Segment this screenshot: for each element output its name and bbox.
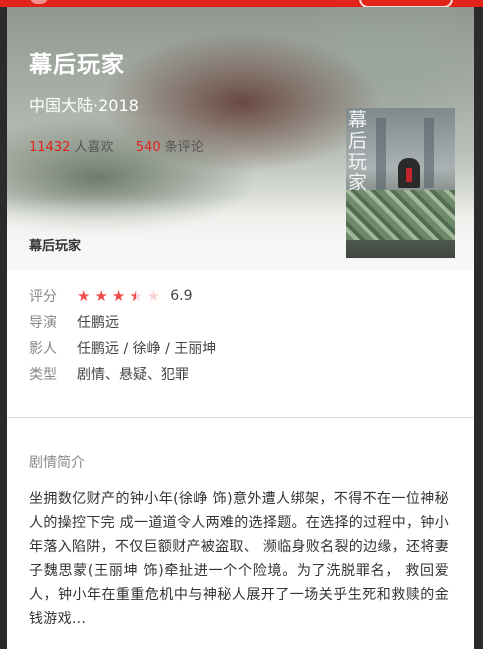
rating-label: 评分	[29, 289, 57, 305]
cast-value[interactable]: 任鹏远 / 徐峥 / 王丽坤	[77, 338, 216, 358]
cast-label: 影人	[29, 341, 57, 357]
rating-row: 评分 ★ ★ ★ ★ ★ 6.9	[29, 283, 216, 309]
hero-subtitle: 幕后玩家	[29, 239, 82, 254]
genre-label: 类型	[29, 367, 57, 383]
top-app-bar	[0, 0, 483, 8]
rating-value: 6.9	[170, 288, 193, 304]
hero-banner: 幕后玩家 中国大陆·2018 11432 人喜欢 540 条评论 幕后玩家 幕后…	[7, 7, 474, 270]
star-icon: ★	[146, 287, 161, 305]
movie-info: 评分 ★ ★ ★ ★ ★ 6.9 导演 任鹏远 影人 任鹏远 / 徐峥 / 王丽坤 类型…	[29, 283, 216, 387]
likes-count: 11432	[29, 140, 71, 155]
comments-count[interactable]: 540	[136, 140, 161, 155]
poster-title: 幕后玩家	[348, 109, 368, 194]
genre-value: 剧情、悬疑、犯罪	[77, 367, 189, 383]
synopsis-text[interactable]: 坐拥数亿财产的钟小年(徐峥 饰)意外遭人绑架，不得不在一位神秘人的操控下完 成一…	[29, 487, 449, 631]
section-divider	[7, 417, 474, 418]
movie-detail-card: 幕后玩家 中国大陆·2018 11432 人喜欢 540 条评论 幕后玩家 幕后…	[7, 7, 474, 649]
comments-label[interactable]: 条评论	[165, 140, 204, 155]
synopsis-heading: 剧情简介	[29, 455, 85, 471]
director-label: 导演	[29, 315, 57, 331]
region-year: 中国大陆·2018	[29, 96, 139, 115]
star-icon: ★	[111, 287, 126, 305]
movie-title: 幕后玩家	[29, 52, 125, 78]
poster-money-pile	[346, 190, 455, 240]
director-row: 导演 任鹏远	[29, 309, 216, 335]
rating-stars: ★ ★ ★ ★ ★	[77, 287, 160, 305]
star-icon: ★	[129, 287, 143, 305]
genre-row: 类型 剧情、悬疑、犯罪	[29, 361, 216, 387]
cast-row: 影人 任鹏远 / 徐峥 / 王丽坤	[29, 335, 216, 361]
star-icon: ★	[77, 287, 91, 305]
likes-label: 人喜欢	[74, 140, 114, 155]
back-button[interactable]	[30, 0, 48, 4]
director-value[interactable]: 任鹏远	[77, 312, 119, 332]
app-frame: 幕后玩家 中国大陆·2018 11432 人喜欢 540 条评论 幕后玩家 幕后…	[0, 0, 483, 649]
star-icon: ★	[94, 287, 108, 305]
engagement-stats: 11432 人喜欢 540 条评论	[29, 136, 204, 155]
movie-poster[interactable]: 幕后玩家	[346, 108, 455, 258]
